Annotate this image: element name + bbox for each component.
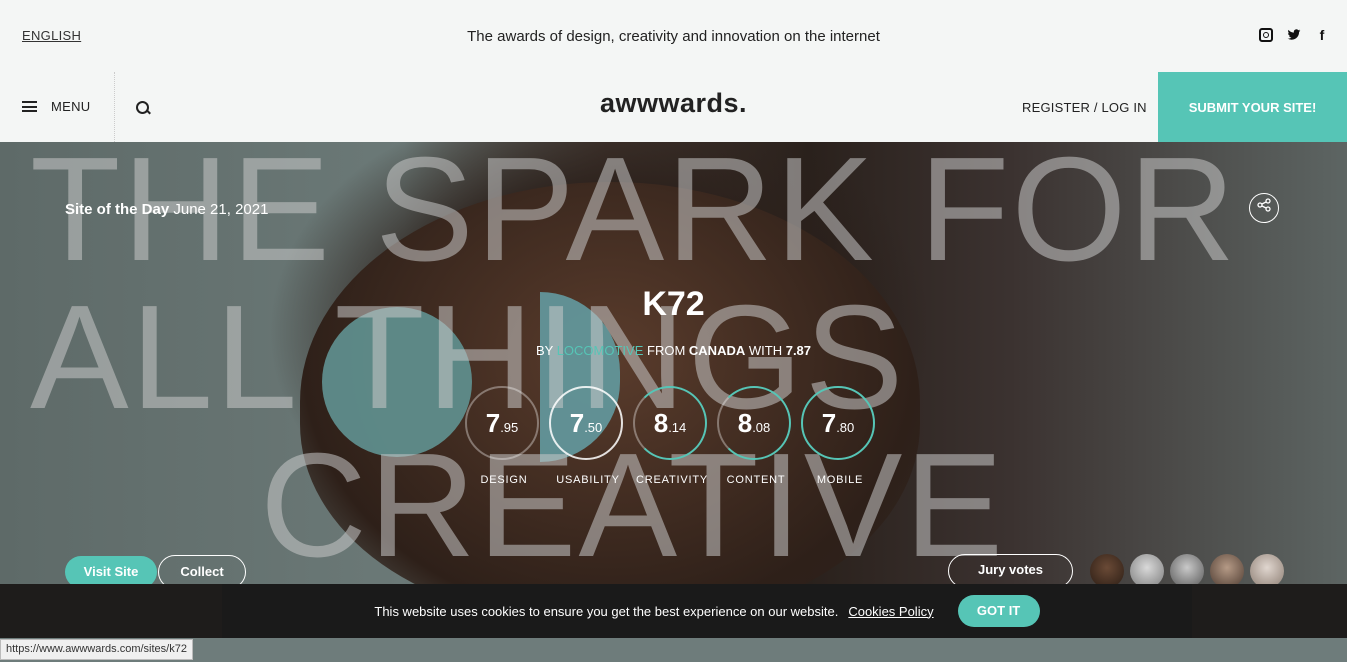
award-label: Site of the Day <box>65 201 170 218</box>
award-date: June 21, 2021 <box>173 201 269 218</box>
score-label: USABILITY <box>556 474 620 486</box>
score-ring: 7.80 <box>801 386 875 460</box>
by-label: BY <box>535 343 554 358</box>
tagline: The awards of design, creativity and inn… <box>467 28 880 45</box>
site-byline: BY LOCOMOTIVE FROM CANADA WITH 7.87 <box>0 343 1347 358</box>
score-integer: 8 <box>653 407 669 438</box>
avatar[interactable] <box>1210 554 1244 588</box>
score-creativity: 8.14 CREATIVITY <box>633 386 711 486</box>
score-ring: 8.14 <box>633 386 707 460</box>
cookie-banner: This website uses cookies to ensure you … <box>222 584 1192 638</box>
score-decimal: .95 <box>500 419 519 435</box>
award-line: Site of the Day June 21, 2021 <box>65 201 268 218</box>
avatar[interactable] <box>1170 554 1204 588</box>
top-bar: ENGLISH The awards of design, creativity… <box>0 0 1347 72</box>
cookie-text: This website uses cookies to ensure you … <box>374 603 839 619</box>
score-integer: 7 <box>569 407 585 438</box>
jury-avatars <box>1090 554 1284 588</box>
cookies-policy-link[interactable]: Cookies Policy <box>848 604 933 619</box>
main-nav: MENU awwwards. REGISTER / LOG IN SUBMIT … <box>0 72 1347 142</box>
score-decimal: .80 <box>836 419 855 435</box>
score-ring: 7.95 <box>465 386 539 460</box>
avatar[interactable] <box>1130 554 1164 588</box>
cookie-accept-button[interactable]: GOT IT <box>957 595 1040 627</box>
score-integer: 8 <box>737 407 753 438</box>
page-bottom-band <box>0 638 1347 662</box>
overall-score: 7.87 <box>785 343 812 358</box>
score-usability: 7.50 USABILITY <box>549 386 627 486</box>
score-decimal: .50 <box>584 419 603 435</box>
instagram-icon[interactable] <box>1259 28 1273 42</box>
jury-votes-button[interactable]: Jury votes <box>948 554 1073 588</box>
score-label: CREATIVITY <box>636 474 708 486</box>
browser-status-url: https://www.awwwards.com/sites/k72 <box>0 639 193 660</box>
score-label: MOBILE <box>816 474 864 486</box>
score-decimal: .08 <box>752 419 771 435</box>
score-label: DESIGN <box>480 474 528 486</box>
share-icon <box>1257 198 1271 215</box>
score-content: 8.08 CONTENT <box>717 386 795 486</box>
country: CANADA <box>688 343 746 358</box>
avatar[interactable] <box>1090 554 1124 588</box>
avatar[interactable] <box>1250 554 1284 588</box>
score-list: 7.95 DESIGN 7.50 USABILITY 8.14 CREATIVI… <box>465 386 879 486</box>
from-label: FROM <box>647 343 686 358</box>
with-label: WITH <box>748 343 783 358</box>
score-label: CONTENT <box>726 474 786 486</box>
agency-link[interactable]: LOCOMOTIVE <box>557 343 644 358</box>
site-title: K72 <box>642 285 705 323</box>
score-integer: 7 <box>821 407 837 438</box>
twitter-icon[interactable] <box>1287 28 1301 42</box>
social-links: f <box>1259 28 1329 42</box>
score-ring: 8.08 <box>717 386 791 460</box>
score-design: 7.95 DESIGN <box>465 386 543 486</box>
share-button[interactable] <box>1249 193 1279 223</box>
score-decimal: .14 <box>668 419 687 435</box>
score-integer: 7 <box>485 407 501 438</box>
facebook-icon[interactable]: f <box>1315 28 1329 42</box>
score-mobile: 7.80 MOBILE <box>801 386 879 486</box>
register-login-link[interactable]: REGISTER / LOG IN <box>1022 100 1147 115</box>
score-ring: 7.50 <box>549 386 623 460</box>
submit-site-button[interactable]: SUBMIT YOUR SITE! <box>1158 72 1347 142</box>
